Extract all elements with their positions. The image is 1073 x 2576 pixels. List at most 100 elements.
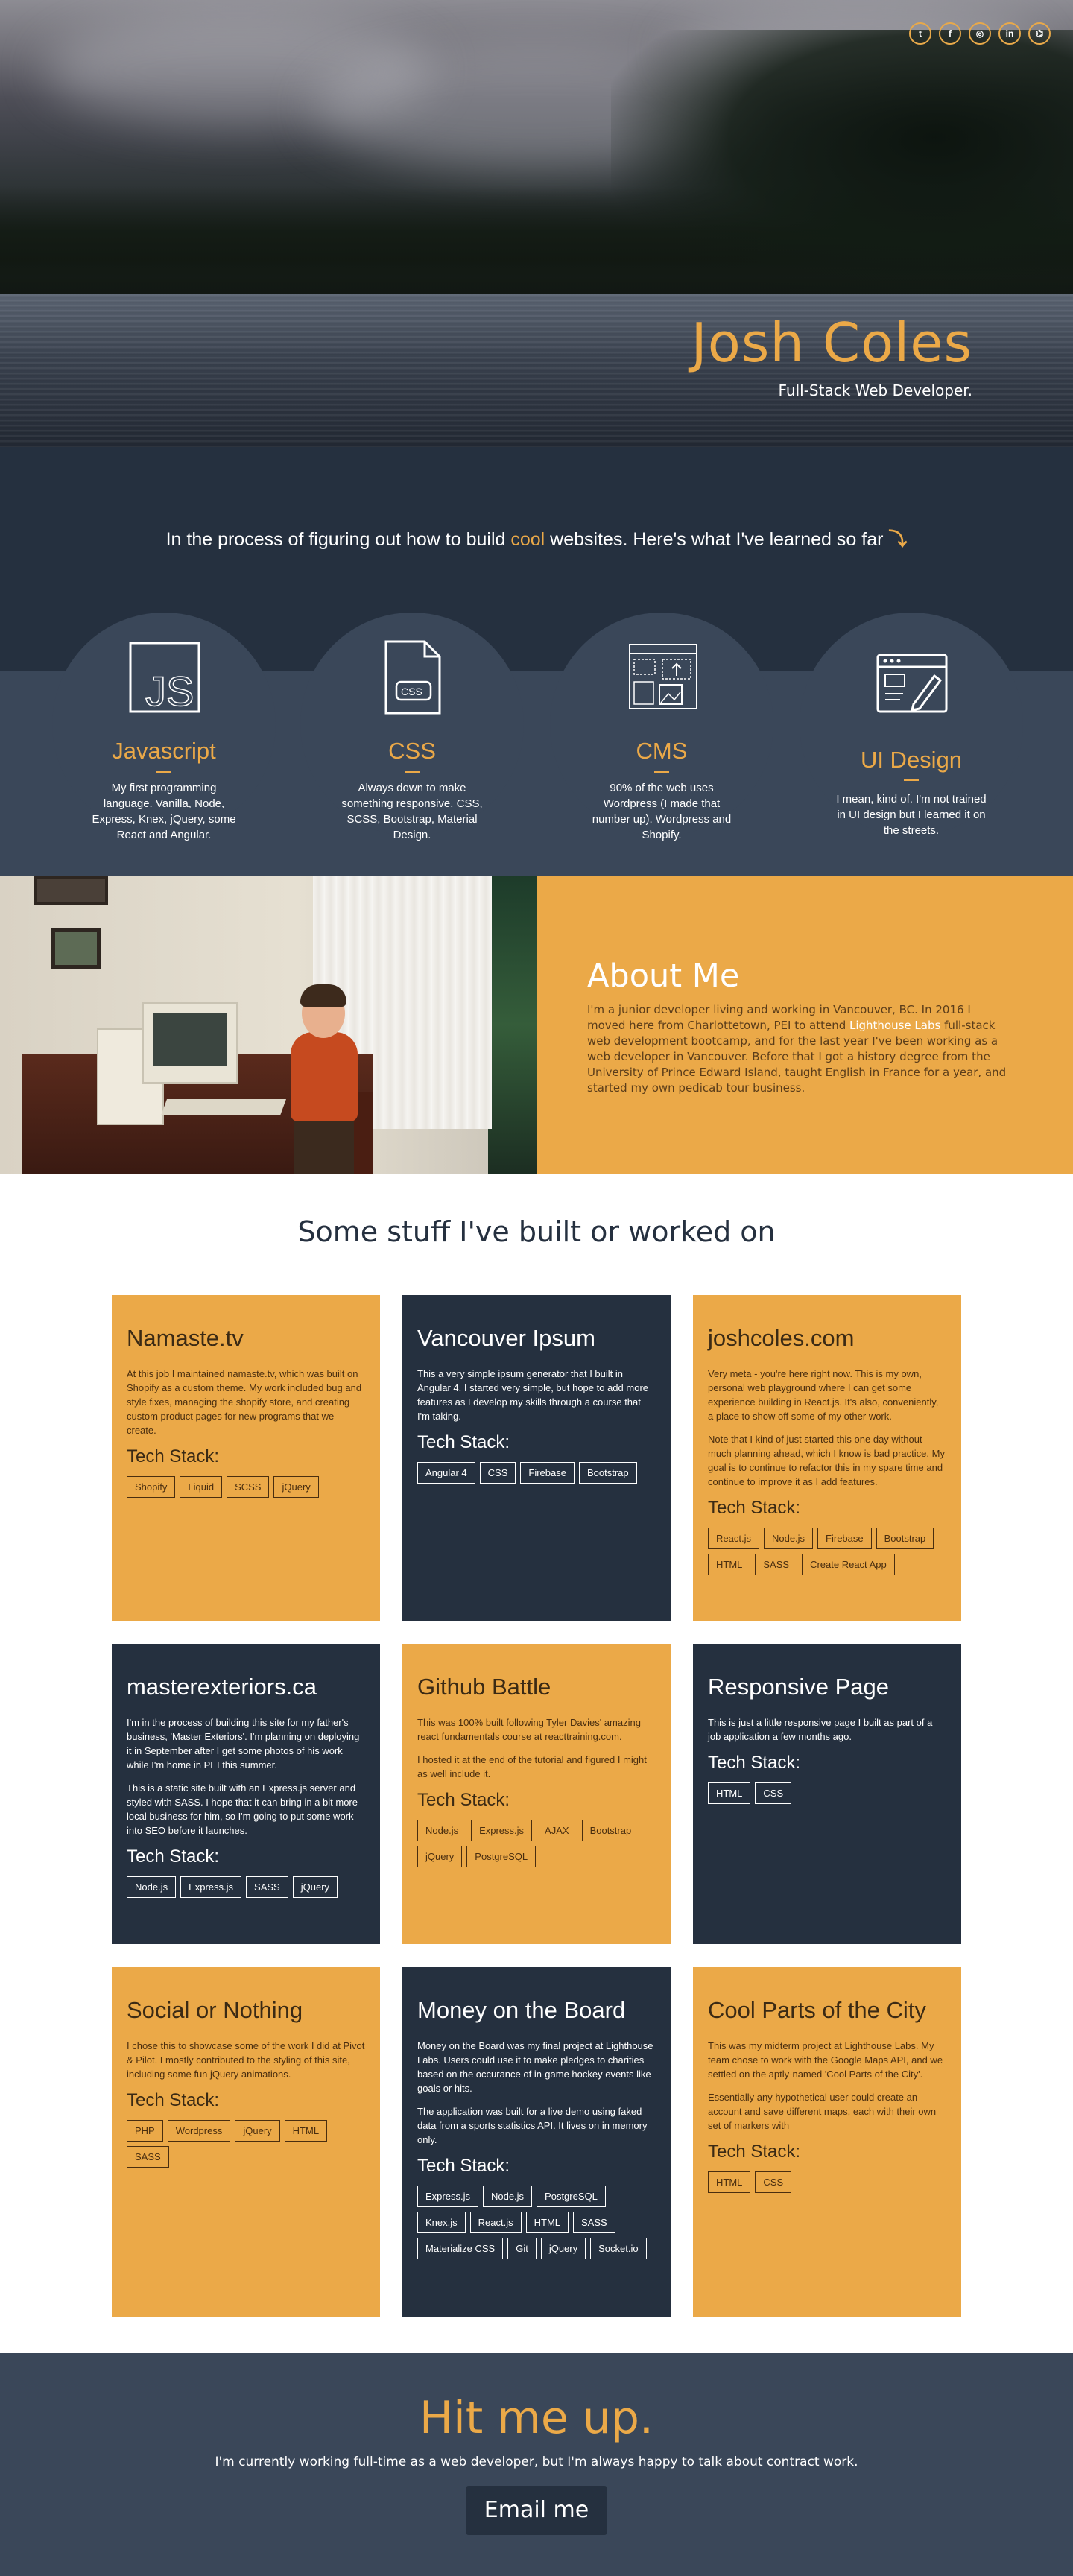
tech-tag: Express.js: [180, 1876, 242, 1898]
project-description: Note that I kind of just started this on…: [708, 1434, 945, 1487]
project-title[interactable]: joshcoles.com: [708, 1325, 946, 1352]
svg-text:JS: JS: [145, 668, 194, 715]
tech-tag: CSS: [755, 2171, 792, 2193]
tech-stack-label: Tech Stack:: [708, 1753, 801, 1773]
tech-tag: jQuery: [540, 2238, 586, 2259]
skills-intro: In the process of figuring out how to bu…: [0, 525, 1073, 551]
skill-underline: [405, 771, 420, 773]
tech-tag: HTML: [525, 2212, 569, 2233]
project-description: Very meta - you're here right now. This …: [708, 1368, 939, 1422]
tech-tag: SASS: [246, 1876, 288, 1898]
project-description: The application was built for a live dem…: [417, 2106, 648, 2145]
photo-frame: [34, 876, 108, 905]
photo-keyboard: [160, 1099, 287, 1115]
project-card: Money on the Board Money on the Board was…: [402, 1967, 671, 2317]
tech-tag: HTML: [708, 1554, 751, 1575]
skill-desc: My first programming language. Vanilla, …: [92, 782, 236, 841]
project-card: Social or Nothing I chose this to showcas…: [112, 1967, 380, 2317]
tech-tag: jQuery: [417, 1846, 463, 1867]
tech-tag: HTML: [708, 2171, 751, 2193]
tech-tag: Shopify: [127, 1476, 176, 1498]
tech-tags: HTML CSS: [708, 2171, 946, 2193]
tech-stack-label: Tech Stack:: [417, 2156, 510, 2176]
tech-tag: SASS: [127, 2146, 169, 2168]
tech-stack-label: Tech Stack:: [708, 2142, 801, 2162]
tech-tag: Node.js: [763, 1528, 814, 1549]
tech-tag: Express.js: [417, 2186, 478, 2207]
tech-tag: Express.js: [471, 1820, 533, 1841]
tech-tag: Bootstrap: [581, 1820, 640, 1841]
skill-desc: 90% of the web uses Wordpress (I made th…: [592, 782, 732, 841]
tech-tag: CSS: [755, 1782, 792, 1804]
tech-tag: Firebase: [817, 1528, 872, 1549]
skills-section: In the process of figuring out how to bu…: [0, 447, 1073, 876]
email-me-button[interactable]: Email me: [466, 2486, 607, 2535]
tech-tag: Knex.js: [417, 2212, 466, 2233]
project-title[interactable]: Vancouver Ipsum: [417, 1325, 656, 1352]
project-title[interactable]: Github Battle: [417, 1674, 656, 1700]
tech-tag: Firebase: [520, 1462, 575, 1484]
photo-monitor: [142, 1002, 238, 1084]
project-description: This is just a little responsive page I …: [708, 1717, 933, 1742]
social-links: t f ◎ in ⌬: [909, 22, 1051, 45]
tech-tags: React.js Node.js Firebase Bootstrap HTML SASS…: [708, 1528, 946, 1575]
tech-tags: Node.js Express.js SASS jQuery: [127, 1876, 365, 1898]
javascript-icon: JS: [129, 642, 200, 715]
project-description: At this job I maintained namaste.tv, whi…: [127, 1368, 362, 1436]
project-title[interactable]: Responsive Page: [708, 1674, 946, 1700]
hero-banner: t f ◎ in ⌬ Josh Coles Full-Stack Web Develop…: [0, 0, 1073, 447]
lighthouse-labs-link[interactable]: Lighthouse Labs: [849, 1019, 940, 1032]
tech-tag: Node.js: [482, 2186, 533, 2207]
tech-tag: jQuery: [292, 1876, 338, 1898]
hero-name: Josh Coles: [691, 311, 972, 374]
contact-section: Hit me up. I'm currently working full-ti…: [0, 2353, 1073, 2576]
cms-layout-icon: [629, 644, 697, 709]
tech-tag: Bootstrap: [876, 1528, 934, 1549]
tech-tags: PHP Wordpress jQuery HTML SASS: [127, 2120, 365, 2168]
instagram-icon[interactable]: ◎: [969, 22, 991, 45]
project-title[interactable]: Namaste.tv: [127, 1325, 365, 1352]
projects-section: Some stuff I've built or worked on Namas…: [0, 1174, 1073, 2353]
projects-heading: Some stuff I've built or worked on: [297, 1215, 776, 1248]
skill-title: UI Design: [860, 747, 963, 773]
hero-subtitle: Full-Stack Web Developer.: [778, 382, 973, 399]
contact-text: I'm currently working full-time as a web…: [215, 2455, 858, 2469]
project-title[interactable]: Social or Nothing: [127, 1997, 365, 2024]
tech-stack-label: Tech Stack:: [417, 1790, 510, 1810]
childhood-photo: [0, 876, 536, 1174]
skill-ui-design: UI Design I mean, kind of. I'm not train…: [800, 613, 1023, 866]
tech-tag: React.js: [469, 2212, 522, 2233]
tech-stack-label: Tech Stack:: [127, 1846, 220, 1867]
forest: [611, 30, 1073, 298]
tech-tag: Angular 4: [417, 1462, 475, 1484]
skill-javascript: JS Javascript My first programming langu…: [52, 613, 276, 866]
skills-intro-cool: cool: [510, 529, 545, 550]
tech-tag: Socket.io: [590, 2238, 647, 2259]
project-description: Essentially any hypothetical user could …: [708, 2092, 937, 2131]
tech-tag: HTML: [284, 2120, 328, 2142]
project-description: I'm in the process of building this site…: [127, 1717, 360, 1770]
twitter-icon[interactable]: t: [909, 22, 931, 45]
tech-tag: AJAX: [536, 1820, 577, 1841]
tech-tag: Create React App: [802, 1554, 895, 1575]
tech-tags: Shopify Liquid SCSS jQuery: [127, 1476, 365, 1498]
tech-tag: jQuery: [235, 2120, 280, 2142]
skill-underline: [156, 771, 171, 773]
skills-intro-text-end: websites. Here's what I've learned so fa…: [545, 529, 889, 550]
project-card: Github Battle This was 100% built followi…: [402, 1644, 671, 1944]
project-description: This a very simple ipsum generator that …: [417, 1368, 649, 1422]
svg-text:CSS: CSS: [401, 686, 422, 697]
tech-stack-label: Tech Stack:: [127, 2090, 220, 2110]
project-title[interactable]: Money on the Board: [417, 1997, 656, 2024]
tech-stack-label: Tech Stack:: [708, 1498, 801, 1518]
github-icon[interactable]: ⌬: [1028, 22, 1051, 45]
project-title[interactable]: Cool Parts of the City: [708, 1997, 946, 2024]
facebook-icon[interactable]: f: [939, 22, 961, 45]
project-title[interactable]: masterexteriors.ca: [127, 1674, 365, 1700]
linkedin-icon[interactable]: in: [998, 22, 1021, 45]
skill-title: CMS: [636, 738, 688, 764]
ui-design-icon: [876, 654, 948, 713]
tech-stack-label: Tech Stack:: [417, 1432, 510, 1452]
tech-tag: PostgreSQL: [536, 2186, 606, 2207]
project-card: Cool Parts of the City This was my midter…: [693, 1967, 961, 2317]
